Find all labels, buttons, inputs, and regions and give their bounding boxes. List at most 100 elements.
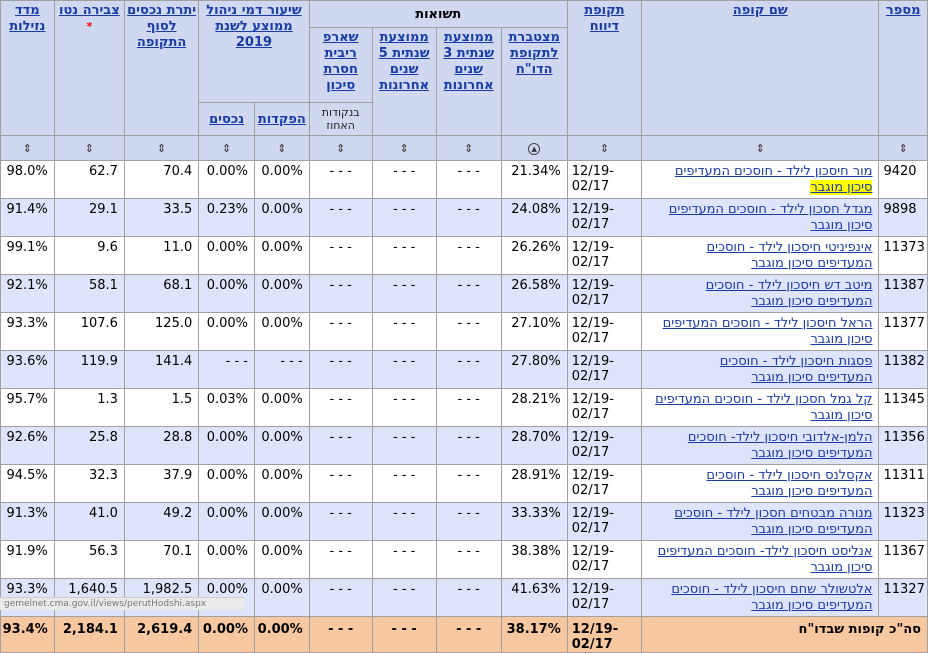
fund-risk-link[interactable]: המעדיפים סיכון מוגבר — [751, 256, 872, 271]
col-assets[interactable]: נכסים — [198, 102, 255, 136]
fund-name-link[interactable]: אנליסט חיסכון לילד- חוסכים המעדיפים — [658, 544, 873, 559]
sort-icon[interactable]: ⇕ — [435, 135, 502, 161]
fund-risk-link[interactable]: המעדיפים סיכון מוגבר — [751, 370, 872, 385]
fund-risk-link[interactable]: סיכון מוגבר — [810, 180, 873, 195]
fund-name-link[interactable]: פסגות חיסכון לילד - חוסכים — [720, 354, 873, 369]
total-deposits: 0.00% — [254, 616, 310, 653]
sort-icon[interactable]: ⇕ — [198, 135, 255, 161]
avg5-return: - - - — [371, 540, 437, 579]
fund-name: הלמן-אלדובי חיסכון לילד- חוסכים המעדיפים … — [641, 426, 880, 465]
fund-risk-link[interactable]: סיכון מוגבר — [810, 560, 872, 575]
balance-value: 70.1 — [123, 540, 200, 579]
fund-risk-link[interactable]: סיכון מוגבר — [810, 408, 872, 423]
status-bar: gemelnet.cma.gov.il/views/perutHodshi.as… — [0, 597, 244, 610]
fund-name-link[interactable]: הלמן-אלדובי חיסכון לילד- חוסכים — [688, 430, 873, 445]
report-period: 12/19-02/17 — [566, 160, 643, 199]
avg3-return: - - - — [435, 312, 502, 351]
assets-fee: 0.00% — [198, 160, 255, 199]
col-net-accum[interactable]: צבירה נטו * — [53, 0, 125, 136]
fund-risk-link[interactable]: המעדיפים סיכון מוגבר — [751, 294, 872, 309]
fund-name-link[interactable]: מגדל חסכון לילד - חוסכים המעדיפים — [669, 202, 873, 217]
fund-name: אינפיניטי חיסכון לילד - חוסכים המעדיפים ס… — [641, 236, 880, 275]
cumulative-return: 21.34% — [500, 160, 568, 199]
fund-name-link[interactable]: אינפיניטי חיסכון לילד - חוסכים — [707, 240, 873, 255]
fund-risk-link[interactable]: המעדיפים סיכון מוגבר — [751, 522, 872, 537]
fund-name-link[interactable]: אלטשולר שחם חיסכון לילד - חוסכים — [671, 582, 872, 597]
fund-name-link[interactable]: מנורה מבטחים חסכון לילד - חוסכים — [674, 506, 872, 521]
sort-icon[interactable]: ⇕ — [308, 135, 373, 161]
fund-name: מיטב דש חיסכון לילד - חוסכים המעדיפים סיכ… — [641, 274, 880, 313]
assets-fee: 0.00% — [198, 540, 255, 579]
fund-risk-link[interactable]: המעדיפים סיכון מוגבר — [751, 446, 872, 461]
balance-value: 28.8 — [123, 426, 200, 465]
report-period: 12/19-02/17 — [566, 312, 643, 351]
assets-fee: 0.00% — [198, 274, 255, 313]
sharpe-value: - - - — [308, 426, 373, 465]
avg5-return: - - - — [371, 160, 437, 199]
cumulative-return: 27.80% — [500, 350, 568, 389]
avg5-return: - - - — [371, 274, 437, 313]
sharpe-value: - - - — [308, 236, 373, 275]
avg5-return: - - - — [371, 578, 437, 617]
fund-name-link[interactable]: קל גמל חסכון לילד - חוסכים המעדיפים — [655, 392, 872, 407]
table-row: 11367 אנליסט חיסכון לילד- חוסכים המעדיפים… — [0, 540, 928, 579]
report-period: 12/19-02/17 — [566, 502, 643, 541]
table-body: 9420 מור חיסכון לילד - חוסכים המעדיפים סיכ… — [0, 160, 928, 617]
col-balance[interactable]: יתרת נכסים לסוף התקופה — [123, 0, 200, 136]
fund-number: 11367 — [878, 540, 928, 579]
fund-name: הראל חיסכון לילד - חוסכים המעדיפים סיכון … — [641, 312, 880, 351]
fund-name-link[interactable]: מיטב דש חיסכון לילד - חוסכים — [706, 278, 873, 293]
sort-icon[interactable]: ⇕ — [641, 135, 880, 161]
balance-value: 49.2 — [123, 502, 200, 541]
report-period: 12/19-02/17 — [566, 388, 643, 427]
col-cumulative[interactable]: מצטברת לתקופת הדו"ח — [500, 27, 568, 136]
deposits-fee: 0.00% — [254, 274, 310, 313]
avg3-return: - - - — [435, 578, 502, 617]
sharpe-value: - - - — [308, 312, 373, 351]
deposits-fee: 0.00% — [254, 388, 310, 427]
fund-risk-link[interactable]: המעדיפים סיכון מוגבר — [751, 598, 872, 613]
report-period: 12/19-02/17 — [566, 274, 643, 313]
sharpe-value: - - - — [308, 350, 373, 389]
fund-number: 9898 — [878, 198, 928, 237]
col-sharpe[interactable]: שארפ ריבית חסרת סיכון — [308, 27, 373, 103]
sort-icon[interactable]: ⇕ — [371, 135, 437, 161]
sort-icon[interactable]: ⇕ — [53, 135, 125, 161]
deposits-fee: 0.00% — [254, 578, 310, 617]
total-cumulative: 38.17% — [500, 616, 568, 653]
assets-fee: 0.00% — [198, 426, 255, 465]
liquidity-value: 92.1% — [0, 274, 55, 313]
fund-name-link[interactable]: הראל חיסכון לילד - חוסכים המעדיפים — [663, 316, 873, 331]
sort-icon[interactable]: ⇕ — [123, 135, 200, 161]
col-fund-name[interactable]: שם קופה — [641, 0, 880, 136]
cumulative-return: 26.58% — [500, 274, 568, 313]
deposits-fee: 0.00% — [254, 160, 310, 199]
sort-active-icon[interactable]: ▲ — [500, 135, 568, 161]
col-liquidity[interactable]: מדד נזילות — [0, 0, 55, 136]
total-assets: 0.00% — [198, 616, 255, 653]
fund-risk-link[interactable]: המעדיפים סיכון מוגבר — [751, 484, 872, 499]
assets-fee: - - - — [198, 350, 255, 389]
col-mgmt-fee[interactable]: שיעור דמי ניהול ממוצע לשנת 2019 — [198, 0, 310, 103]
sort-icon[interactable]: ⇕ — [0, 135, 55, 161]
fund-name-link[interactable]: אקסלנס חיסכון לילד - חוסכים — [706, 468, 872, 483]
fund-name-link[interactable]: מור חיסכון לילד - חוסכים המעדיפים — [675, 164, 873, 179]
col-period[interactable]: תקופת דיווח — [566, 0, 643, 136]
col-avg3[interactable]: ממוצעת שנתית 3 שנים אחרונות — [435, 27, 502, 136]
sharpe-value: - - - — [308, 388, 373, 427]
cumulative-return: 24.08% — [500, 198, 568, 237]
col-number[interactable]: מספר — [878, 0, 928, 136]
report-period: 12/19-02/17 — [566, 198, 643, 237]
col-deposits[interactable]: הפקדות — [254, 102, 310, 136]
fund-risk-link[interactable]: סיכון מוגבר — [810, 218, 872, 233]
table-row: 11356 הלמן-אלדובי חיסכון לילד- חוסכים המעד… — [0, 426, 928, 465]
sort-icon[interactable]: ⇕ — [878, 135, 928, 161]
sort-icon[interactable]: ⇕ — [566, 135, 643, 161]
col-avg5[interactable]: ממוצעת שנתית 5 שנים אחרונות — [371, 27, 437, 136]
fund-risk-link[interactable]: סיכון מוגבר — [810, 332, 872, 347]
fund-name: אקסלנס חיסכון לילד - חוסכים המעדיפים סיכו… — [641, 464, 880, 503]
table-row: 9420 מור חיסכון לילד - חוסכים המעדיפים סיכ… — [0, 160, 928, 199]
sort-icon[interactable]: ⇕ — [254, 135, 310, 161]
total-net-accum: 2,184.1 — [53, 616, 125, 653]
liquidity-value: 91.4% — [0, 198, 55, 237]
